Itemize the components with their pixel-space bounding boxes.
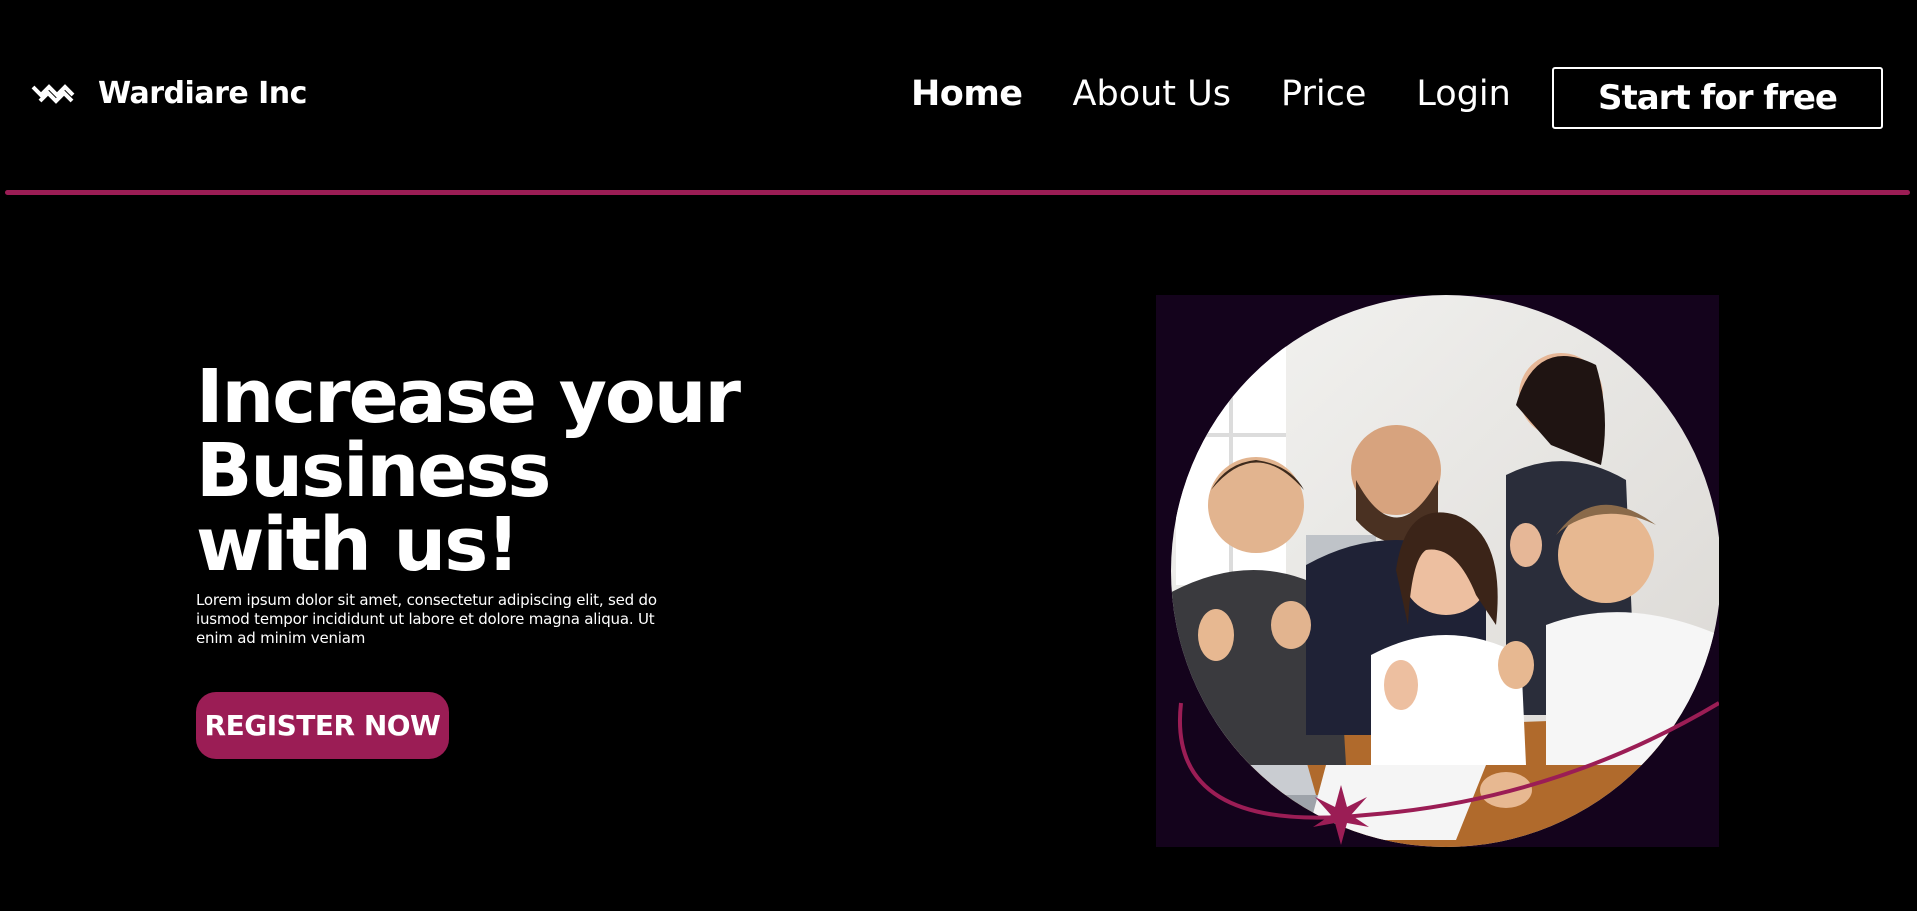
brand[interactable]: Wardiare Inc: [30, 76, 307, 111]
nav-login-link[interactable]: Login: [1416, 68, 1510, 120]
hero-title-line: Increase your: [196, 354, 741, 440]
hero-title: Increase your Business with us!: [196, 360, 836, 582]
hero-team-image: [1156, 295, 1719, 847]
landing-page: Wardiare Inc Home About Us Price Login S…: [0, 0, 1917, 911]
register-now-button[interactable]: REGISTER NOW: [196, 692, 449, 759]
hero-title-line: with us!: [196, 502, 520, 588]
wave-chevron-logo-icon: [31, 83, 75, 104]
start-for-free-button[interactable]: Start for free: [1552, 67, 1883, 129]
hero-description: Lorem ipsum dolor sit amet, consectetur …: [196, 591, 657, 647]
brand-name: Wardiare Inc: [98, 76, 307, 111]
hero-title-line: Business: [196, 428, 551, 514]
nav-price-link[interactable]: Price: [1281, 68, 1366, 120]
nav-about-link[interactable]: About Us: [1073, 68, 1231, 120]
nav-home-link[interactable]: Home: [911, 68, 1023, 120]
header-divider: [5, 190, 1910, 195]
main-nav: Home About Us Price Login: [911, 68, 1561, 120]
